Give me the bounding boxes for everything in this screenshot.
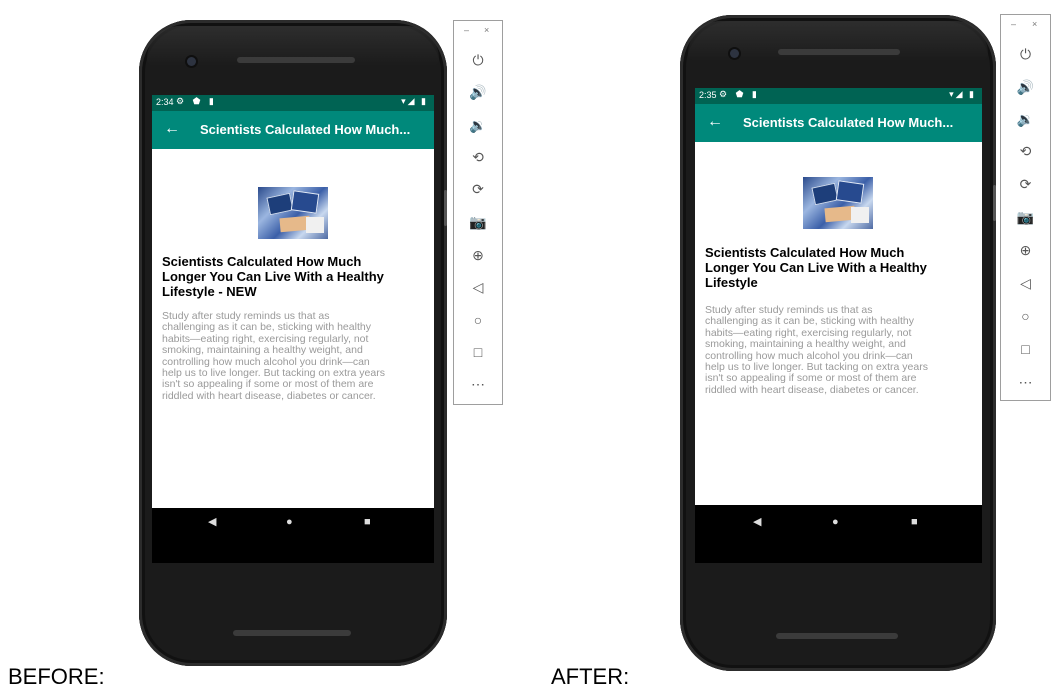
status-bar: 2:34 ⚙ ⬟ ▮ ▾◢ ▮: [152, 95, 434, 111]
app-bar: ← Scientists Calculated How Much...: [152, 111, 434, 149]
side-button: [444, 190, 447, 226]
nav-recent-icon[interactable]: ■: [911, 516, 918, 528]
zoom-icon[interactable]: ⊕: [1001, 242, 1050, 258]
close-icon[interactable]: ×: [1032, 19, 1037, 29]
bottom-speaker: [233, 630, 351, 636]
back-icon[interactable]: ◁: [454, 279, 502, 295]
nav-home-icon[interactable]: ●: [286, 516, 293, 528]
status-signal-battery-icons: ▾◢ ▮: [949, 89, 976, 99]
volume-up-icon[interactable]: 🔊: [1001, 79, 1050, 95]
article-body: Study after study reminds us that as cha…: [162, 310, 385, 402]
more-icon[interactable]: ⋯: [1001, 374, 1050, 390]
app-bar-title: Scientists Calculated How Much...: [743, 115, 954, 130]
camera-icon[interactable]: 📷: [1001, 209, 1050, 225]
rotate-right-icon[interactable]: ⟳: [454, 181, 502, 197]
power-icon[interactable]: ⏻: [454, 52, 502, 68]
back-arrow-icon[interactable]: ←: [164, 120, 180, 138]
home-icon[interactable]: ○: [454, 312, 502, 328]
minimize-icon[interactable]: –: [464, 25, 469, 35]
bottom-speaker: [776, 633, 898, 639]
nav-bar: ◀ ● ■: [695, 505, 982, 563]
front-camera: [730, 49, 739, 58]
nav-home-icon[interactable]: ●: [832, 516, 839, 528]
status-bar: 2:35 ⚙ ⬟ ▮ ▾◢ ▮: [695, 88, 982, 104]
rotate-right-icon[interactable]: ⟳: [1001, 176, 1050, 192]
volume-up-icon[interactable]: 🔊: [454, 84, 502, 100]
before-screen: 2:34 ⚙ ⬟ ▮ ▾◢ ▮ ← Scientists Calculated …: [152, 95, 434, 563]
earpiece-speaker: [778, 49, 900, 55]
before-phone-frame: 2:34 ⚙ ⬟ ▮ ▾◢ ▮ ← Scientists Calculated …: [139, 20, 447, 666]
back-arrow-icon[interactable]: ←: [707, 113, 723, 131]
article-image: [803, 177, 873, 229]
article-headline: Scientists Calculated How Much Longer Yo…: [705, 245, 927, 290]
after-phone-frame: 2:35 ⚙ ⬟ ▮ ▾◢ ▮ ← Scientists Calculated …: [680, 15, 996, 671]
article-body: Study after study reminds us that as cha…: [705, 304, 928, 396]
rotate-left-icon[interactable]: ⟲: [1001, 143, 1050, 159]
nav-back-icon[interactable]: ◀: [753, 516, 761, 528]
rotate-left-icon[interactable]: ⟲: [454, 149, 502, 165]
zoom-icon[interactable]: ⊕: [454, 247, 502, 263]
back-icon[interactable]: ◁: [1001, 275, 1050, 291]
close-icon[interactable]: ×: [484, 25, 489, 35]
minimize-icon[interactable]: –: [1011, 19, 1016, 29]
before-emulator-toolbar: – × ⏻ 🔊 🔉 ⟲ ⟳ 📷 ⊕ ◁ ○ □ ⋯: [453, 20, 503, 405]
overview-icon[interactable]: □: [1001, 341, 1050, 357]
app-bar-title: Scientists Calculated How Much...: [200, 122, 411, 137]
app-bar: ← Scientists Calculated How Much...: [695, 104, 982, 142]
overview-icon[interactable]: □: [454, 344, 502, 360]
article-image: [258, 187, 328, 239]
camera-icon[interactable]: 📷: [454, 214, 502, 230]
status-signal-battery-icons: ▾◢ ▮: [401, 96, 428, 106]
after-caption: AFTER:: [551, 664, 630, 689]
side-button: [993, 185, 996, 221]
power-icon[interactable]: ⏻: [1001, 46, 1050, 62]
after-emulator-toolbar: – × ⏻ 🔊 🔉 ⟲ ⟳ 📷 ⊕ ◁ ○ □ ⋯: [1000, 14, 1051, 401]
article-headline: Scientists Calculated How Much Longer Yo…: [162, 254, 384, 299]
volume-down-icon[interactable]: 🔉: [1001, 111, 1050, 127]
home-icon[interactable]: ○: [1001, 308, 1050, 324]
nav-recent-icon[interactable]: ■: [364, 516, 371, 528]
status-notification-icons: ⚙ ⬟ ▮: [719, 89, 760, 99]
status-time: 2:34: [156, 97, 174, 107]
status-notification-icons: ⚙ ⬟ ▮: [176, 96, 217, 106]
front-camera: [187, 57, 196, 66]
nav-back-icon[interactable]: ◀: [208, 516, 216, 528]
before-caption: BEFORE:: [8, 664, 105, 689]
earpiece-speaker: [237, 57, 355, 63]
nav-bar: ◀ ● ■: [152, 508, 434, 563]
volume-down-icon[interactable]: 🔉: [454, 117, 502, 133]
after-screen: 2:35 ⚙ ⬟ ▮ ▾◢ ▮ ← Scientists Calculated …: [695, 88, 982, 563]
status-time: 2:35: [699, 90, 717, 100]
more-icon[interactable]: ⋯: [454, 376, 502, 392]
